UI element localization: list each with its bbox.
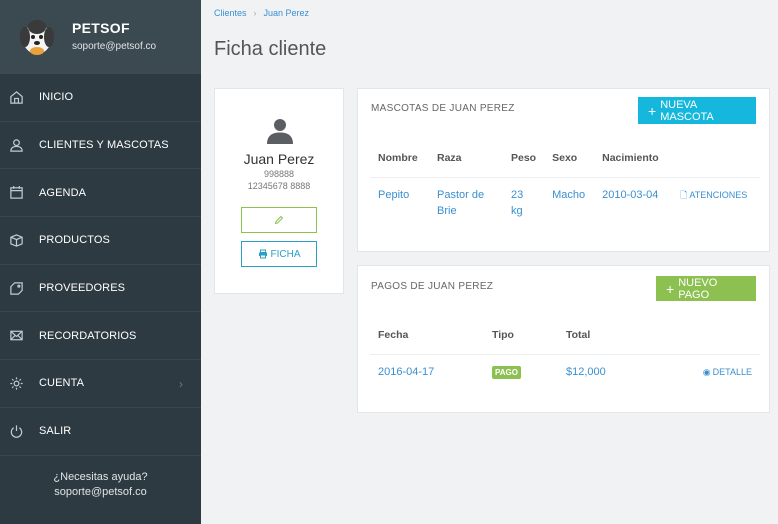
nuevo-pago-button[interactable]: + NUEVO PAGO xyxy=(656,276,756,301)
cell-raza: Pastor de Brie xyxy=(429,176,503,228)
brand-email: soporte@petsof.co xyxy=(72,41,157,52)
detalle-label: DETALLE xyxy=(712,366,752,377)
breadcrumb-clientes[interactable]: Clientes xyxy=(214,8,247,18)
sidebar-item-clientes[interactable]: CLIENTES Y MASCOTAS xyxy=(0,122,201,170)
breadcrumb-current[interactable]: Juan Perez xyxy=(264,8,310,18)
person-icon xyxy=(267,119,293,144)
col-actions xyxy=(672,139,760,177)
gear-icon xyxy=(8,375,24,391)
dog-avatar-icon xyxy=(20,20,54,55)
help-email[interactable]: soporte@petsof.co xyxy=(0,485,201,500)
pencil-icon xyxy=(274,215,284,225)
col-actions xyxy=(688,316,760,354)
eye-icon: ◉ xyxy=(702,366,711,377)
brand-name: PETSOF xyxy=(72,20,130,36)
ficha-button[interactable]: FICHA xyxy=(241,241,317,267)
mascotas-title: MASCOTAS DE JUAN PEREZ xyxy=(371,103,515,114)
col-sexo: Sexo xyxy=(552,151,578,164)
client-document: 12345678 8888 xyxy=(247,181,311,191)
table-row: Pepito Pastor de Brie 23 kg Macho 2010-0… xyxy=(370,176,760,228)
col-nacimiento: Nacimiento xyxy=(602,151,659,164)
col-nombre: Nombre xyxy=(378,151,418,164)
calendar-icon xyxy=(8,185,24,201)
sidebar-item-recordatorios[interactable]: RECORDATORIOS xyxy=(0,312,201,361)
col-raza: Raza xyxy=(437,151,462,164)
client-phone: 998888 xyxy=(263,169,295,179)
cell-nombre[interactable]: Pepito xyxy=(370,176,429,228)
col-tipo: Tipo xyxy=(492,328,514,341)
home-icon xyxy=(8,89,24,105)
sidebar-item-label: RECORDATORIOS xyxy=(39,329,137,342)
pagos-title: PAGOS DE JUAN PEREZ xyxy=(371,281,494,292)
col-fecha: Fecha xyxy=(378,328,409,341)
sidebar-item-cuenta[interactable]: CUENTA › xyxy=(0,360,201,408)
help-text: ¿Necesitas ayuda? xyxy=(53,471,148,483)
table-header-row: Fecha Tipo Total xyxy=(370,316,760,354)
cell-sexo: Macho xyxy=(544,176,595,228)
table-row: 2016-04-17 PAGO $12,000 ◉ DETALLE xyxy=(370,353,760,390)
cell-tipo: PAGO xyxy=(484,353,558,390)
client-name: Juan Perez xyxy=(243,151,315,167)
sidebar-nav: INICIO CLIENTES Y MASCOTAS AGENDA PRODUC… xyxy=(0,74,201,456)
user-icon xyxy=(8,137,24,153)
cell-total: $12,000 xyxy=(558,353,688,390)
client-card: Juan Perez 998888 12345678 8888 FICHA xyxy=(214,88,344,294)
sidebar-item-label: CUENTA xyxy=(39,377,85,390)
plus-icon: + xyxy=(666,280,675,297)
sidebar-item-inicio[interactable]: INICIO xyxy=(0,74,201,122)
sidebar-item-salir[interactable]: SALIR xyxy=(0,408,201,456)
nueva-mascota-label: NUEVA MASCOTA xyxy=(660,98,714,123)
sidebar: PETSOF soporte@petsof.co INICIO CLIENTES… xyxy=(0,0,201,524)
atenciones-label: ATENCIONES xyxy=(689,189,748,200)
sidebar-item-agenda[interactable]: AGENDA xyxy=(0,169,201,218)
sidebar-item-proveedores[interactable]: PROVEEDORES xyxy=(0,265,201,313)
detalle-link[interactable]: ◉ DETALLE xyxy=(688,353,760,390)
cell-peso: 23 kg xyxy=(503,176,545,228)
sidebar-item-label: AGENDA xyxy=(39,186,87,199)
col-peso: Peso xyxy=(511,151,537,164)
breadcrumb: Clientes › Juan Perez xyxy=(214,8,309,18)
cell-fecha[interactable]: 2016-04-17 xyxy=(370,353,484,390)
ficha-button-label: FICHA xyxy=(270,248,301,260)
pagos-panel: PAGOS DE JUAN PEREZ + NUEVO PAGO Fecha T… xyxy=(357,265,770,413)
printer-icon xyxy=(258,249,267,259)
help-box: ¿Necesitas ayuda? soporte@petsof.co xyxy=(0,470,201,500)
mascotas-table: Nombre Raza Peso Sexo Nacimiento Pepito … xyxy=(370,139,760,228)
edit-client-button[interactable] xyxy=(241,207,317,233)
mascotas-panel: MASCOTAS DE JUAN PEREZ + NUEVA MASCOTA N… xyxy=(357,88,770,252)
sidebar-item-label: CLIENTES Y MASCOTAS xyxy=(39,139,169,152)
chevron-right-icon: › xyxy=(179,377,183,392)
file-icon: 🗋 xyxy=(680,189,688,200)
box-icon xyxy=(8,232,24,248)
table-header-row: Nombre Raza Peso Sexo Nacimiento xyxy=(370,139,760,177)
envelope-icon xyxy=(8,328,24,344)
power-icon xyxy=(8,423,24,439)
nueva-mascota-button[interactable]: + NUEVA MASCOTA xyxy=(638,97,756,124)
brand-header: PETSOF soporte@petsof.co xyxy=(0,0,201,74)
sidebar-item-label: INICIO xyxy=(39,91,74,104)
sidebar-item-label: PROVEEDORES xyxy=(39,282,126,295)
status-badge: PAGO xyxy=(492,365,521,379)
nuevo-pago-label: NUEVO PAGO xyxy=(678,276,718,301)
sidebar-item-label: PRODUCTOS xyxy=(39,234,110,247)
breadcrumb-separator: › xyxy=(253,8,257,18)
sidebar-item-label: SALIR xyxy=(39,425,72,438)
cell-nacimiento: 2010-03-04 xyxy=(594,176,673,228)
atenciones-link[interactable]: 🗋 ATENCIONES xyxy=(672,176,760,228)
col-total: Total xyxy=(566,328,591,341)
pagos-table: Fecha Tipo Total 2016-04-17 PAGO $12,000… xyxy=(370,316,760,390)
tag-icon xyxy=(8,280,24,296)
sidebar-item-productos[interactable]: PRODUCTOS xyxy=(0,217,201,265)
plus-icon: + xyxy=(648,102,657,119)
page-title: Ficha cliente xyxy=(214,38,327,60)
